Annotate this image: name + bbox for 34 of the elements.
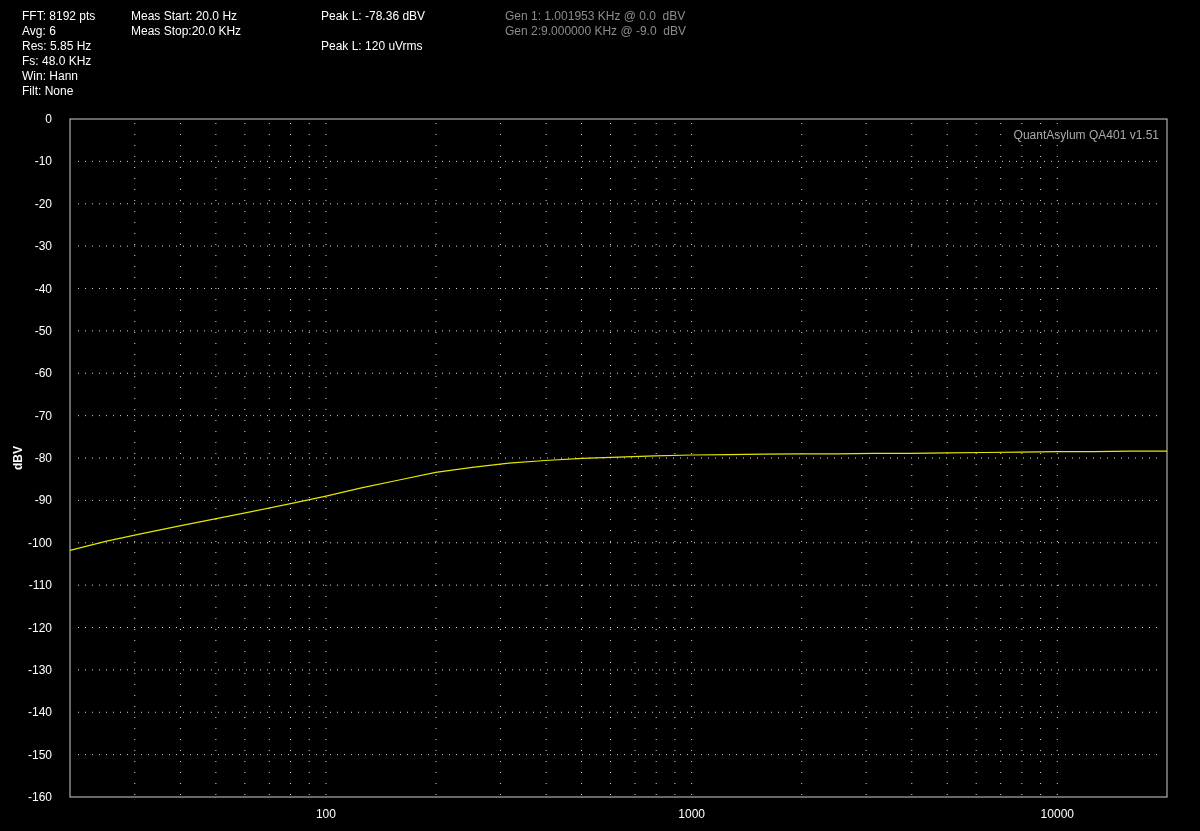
setting-text: Win: Hann [22, 69, 79, 84]
peak-rms-text: Peak L: 120 uVrms [321, 39, 423, 54]
x-tick-label: 10000 [1040, 807, 1074, 821]
y-tick-label: -120 [27, 620, 52, 635]
setting-text: Avg: 6 [22, 24, 56, 39]
y-tick-label: -70 [34, 408, 52, 423]
y-tick-label: -150 [27, 747, 52, 762]
x-tick-label: 1000 [678, 807, 705, 821]
setting-text: Filt: None [22, 84, 74, 99]
y-tick-label: -40 [34, 281, 52, 296]
y-tick-label: -30 [34, 239, 52, 254]
generator-text: Gen 1: 1.001953 KHz @ 0.0 dBV [505, 9, 686, 24]
y-axis-label: dBV [11, 446, 25, 470]
x-tick-label: 100 [315, 807, 336, 821]
setting-text: Fs: 48.0 KHz [22, 54, 92, 69]
version-label: QuantAsylum QA401 v1.51 [1013, 128, 1159, 142]
y-tick-label: -20 [34, 196, 52, 211]
y-tick-label: -110 [28, 578, 52, 593]
peak-level-text: Peak L: -78.36 dBV [321, 9, 426, 24]
setting-text: Res: 5.85 Hz [22, 39, 92, 54]
y-tick-label: -90 [34, 493, 52, 508]
generator-text: Gen 2:9.000000 KHz @ -9.0 dBV [505, 24, 686, 39]
y-tick-label: -80 [34, 451, 52, 465]
setting-text: FFT: 8192 pts [22, 9, 96, 24]
measurement-text: Meas Stop:20.0 KHz [131, 24, 242, 39]
y-tick-label: -130 [27, 662, 52, 677]
y-tick-label: 0 [45, 112, 52, 126]
y-tick-label: -140 [27, 705, 52, 720]
measurement-text: Meas Start: 20.0 Hz [131, 9, 238, 24]
y-tick-label: -160 [27, 790, 52, 804]
y-tick-label: -10 [34, 154, 52, 169]
y-tick-label: -60 [34, 366, 52, 381]
y-tick-label: -100 [27, 535, 52, 550]
y-tick-label: -50 [34, 323, 52, 338]
